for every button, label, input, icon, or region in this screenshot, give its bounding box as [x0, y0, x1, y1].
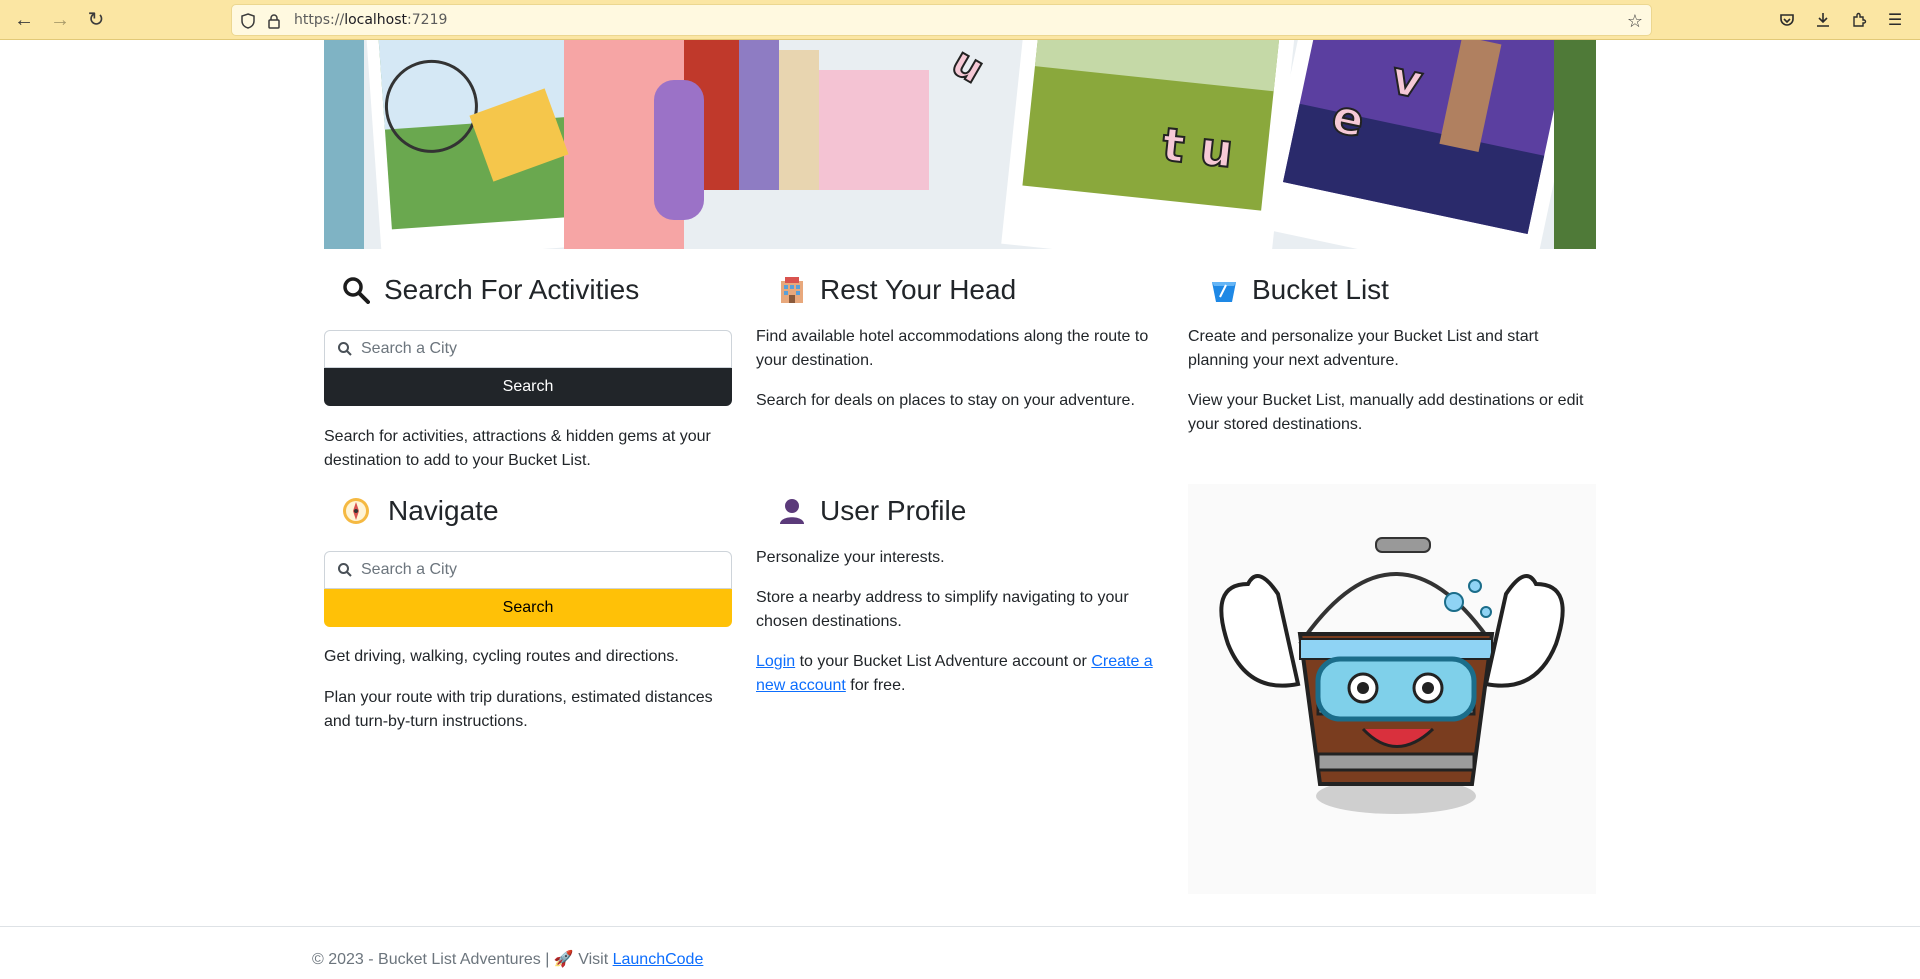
hotel-icon [776, 274, 808, 306]
url-port: :7219 [407, 12, 448, 28]
search-icon [337, 341, 353, 357]
reload-icon[interactable]: ↻ [82, 6, 110, 34]
navigate-search-field[interactable] [324, 551, 732, 589]
profile-heading: User Profile [776, 495, 966, 527]
bucket-list-heading: Bucket List [1208, 274, 1389, 306]
magnifier-icon [340, 274, 372, 306]
profile-description-2: Store a nearby address to simplify navig… [756, 589, 1129, 630]
activities-search-field[interactable] [324, 330, 732, 368]
extensions-icon[interactable] [1845, 6, 1873, 34]
footer-visit: Visit [573, 951, 613, 968]
hotels-description-1: Find available hotel accommodations alon… [756, 328, 1149, 369]
hotels-description-2: Search for deals on places to stay on yo… [756, 392, 1135, 409]
user-silhouette-icon [776, 495, 808, 527]
bucket-mascot-image [1188, 484, 1596, 894]
footer-text: © 2023 - Bucket List Adventures | 🚀 Visi… [312, 949, 703, 969]
lock-icon[interactable] [264, 11, 284, 31]
navigate-description-2: Plan your route with trip durations, est… [324, 689, 713, 730]
bucket-list-title: Bucket List [1252, 274, 1389, 305]
navigate-search-button[interactable]: Search [324, 589, 732, 627]
compass-icon [340, 495, 372, 527]
url-host: localhost [344, 12, 408, 28]
profile-account-text: Login to your Bucket List Adventure acco… [756, 650, 1156, 698]
search-icon [337, 562, 353, 578]
page-footer: © 2023 - Bucket List Adventures | 🚀 Visi… [0, 926, 1920, 979]
navigate-heading: Navigate [340, 495, 499, 527]
svg-text:t u: t u [1160, 117, 1236, 178]
rocket-icon: 🚀 [553, 951, 574, 968]
navigate-search-input[interactable] [361, 552, 721, 588]
footer-copyright: © 2023 - Bucket List Adventures | [312, 951, 554, 968]
address-bar[interactable]: https://localhost:7219 ☆ [231, 4, 1652, 36]
url-scheme: https:// [294, 12, 345, 28]
shield-icon[interactable] [238, 11, 258, 31]
pocket-icon[interactable] [1773, 6, 1801, 34]
bookmark-star-icon[interactable]: ☆ [1627, 11, 1643, 32]
hotels-title: Rest Your Head [820, 274, 1017, 305]
menu-hamburger-icon[interactable]: ☰ [1881, 6, 1909, 34]
activities-title: Search For Activities [384, 274, 640, 305]
login-text: to your Bucket List Adventure account or [795, 653, 1092, 670]
activities-heading: Search For Activities [340, 274, 639, 306]
url-text[interactable]: https://localhost:7219 [294, 12, 447, 28]
login-link[interactable]: Login [756, 653, 795, 670]
navigate-description-1: Get driving, walking, cycling routes and… [324, 648, 679, 665]
bucket-list-description-2: View your Bucket List, manually add dest… [1188, 392, 1584, 433]
create-account-text: for free. [845, 677, 906, 694]
bucket-list-description-1: Create and personalize your Bucket List … [1188, 328, 1539, 369]
launchcode-link[interactable]: LaunchCode [613, 951, 704, 968]
browser-toolbar: ← → ↻ https://localhost:7219 ☆ ☰ [0, 0, 1920, 40]
activities-search-button[interactable]: Search [324, 368, 732, 406]
bucket-icon [1208, 274, 1240, 306]
download-icon[interactable] [1809, 6, 1837, 34]
back-arrow-icon[interactable]: ← [10, 6, 38, 34]
forward-arrow-icon[interactable]: → [46, 6, 74, 34]
profile-description-1: Personalize your interests. [756, 549, 945, 566]
activities-search-input[interactable] [361, 331, 721, 367]
hero-banner-image: t u u e v [324, 40, 1596, 249]
profile-title: User Profile [820, 495, 967, 526]
navigate-title: Navigate [388, 495, 499, 526]
activities-description: Search for activities, attractions & hid… [324, 428, 711, 469]
hotels-heading: Rest Your Head [776, 274, 1016, 306]
